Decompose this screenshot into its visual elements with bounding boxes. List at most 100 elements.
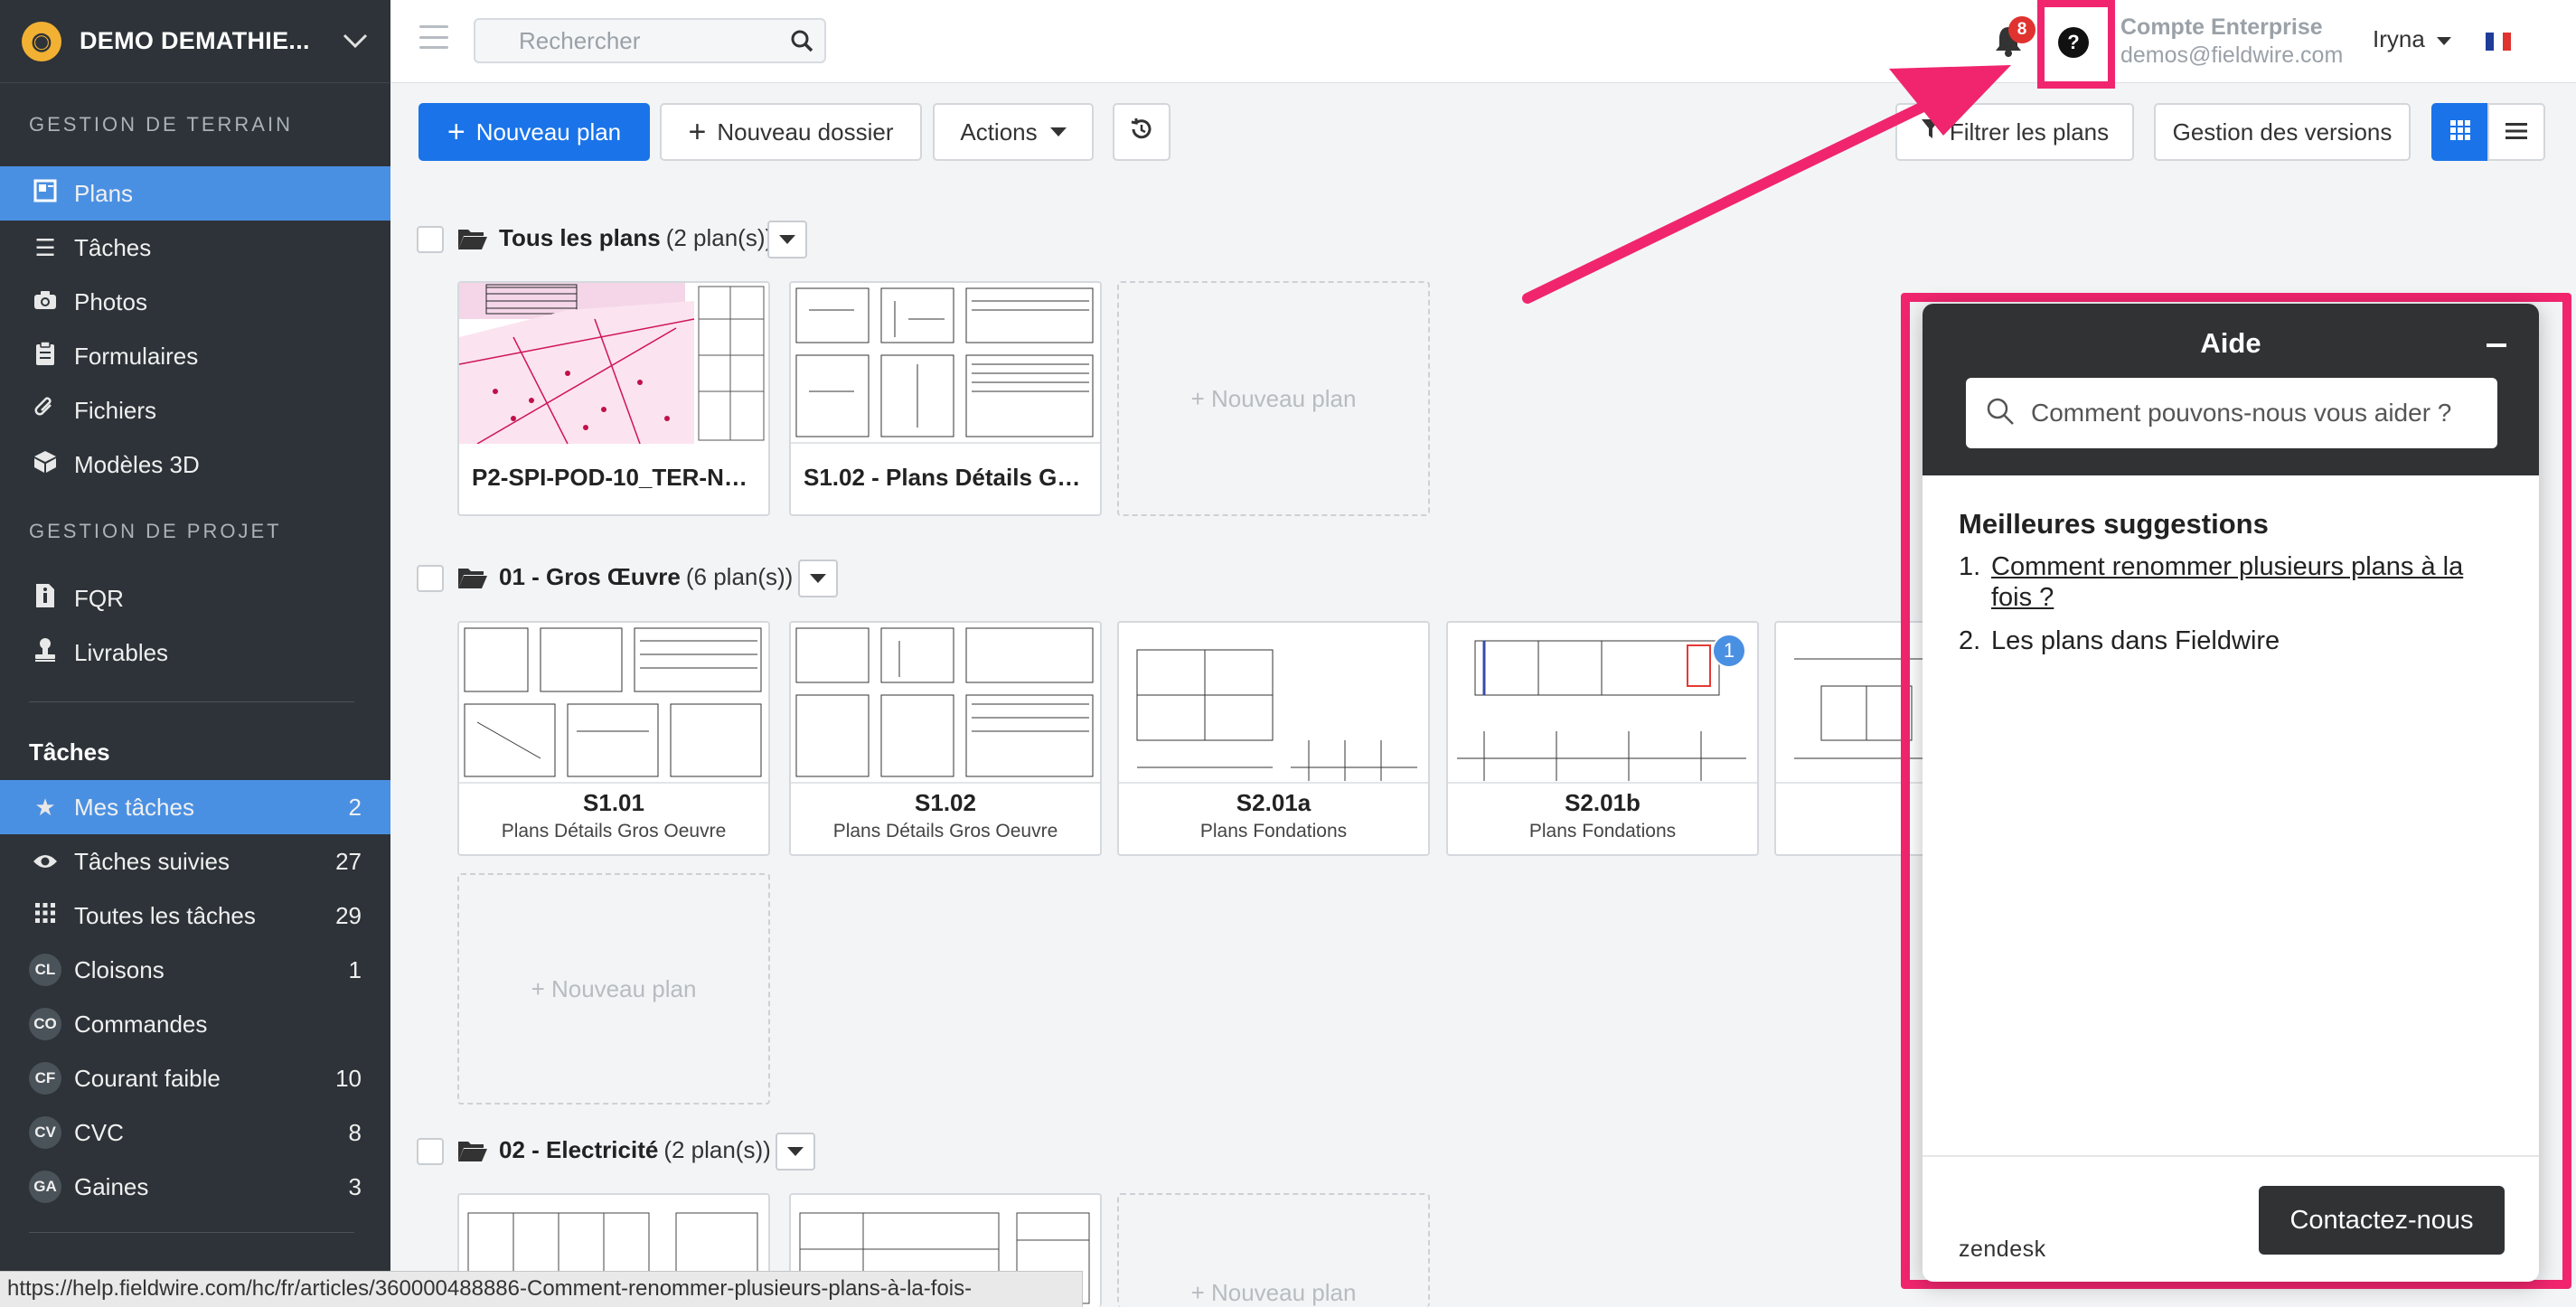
folder-options-dropdown[interactable] [798,559,838,597]
filter-plans-button[interactable]: Filtrer les plans [1895,103,2134,161]
plan-title: S1.02 [915,789,976,816]
new-plan-placeholder[interactable]: + Nouveau plan [457,873,770,1105]
folder-options-dropdown[interactable] [767,221,807,259]
project-selector[interactable]: ◉ DEMO DEMATHIE... [0,0,390,83]
eye-icon [29,848,61,876]
folder-checkbox[interactable] [417,226,444,253]
sidebar-item-photos[interactable]: Photos [0,275,390,329]
sidebar-item-livrables[interactable]: Livrables [0,625,390,680]
folder-options-dropdown[interactable] [776,1133,815,1171]
plan-card[interactable]: S1.02 - Plans Détails Gro... [789,281,1102,516]
folder-name: Tous les plans [499,224,661,251]
plan-card[interactable]: P2-SPI-POD-10_TER-N1... [457,281,770,516]
sidebar-item-modeles-3d[interactable]: Modèles 3D [0,437,390,492]
project-logo-icon: ◉ [22,21,61,61]
plan-card[interactable]: 1 S2.01b Plans Fondations [1446,621,1759,856]
help-title: Aide [2200,327,2261,359]
plus-icon: + [688,115,707,149]
actions-dropdown[interactable]: Actions [933,103,1094,161]
cube-icon [29,450,61,480]
tasks-section-title: Tâches [29,738,110,766]
sidebar-item-category[interactable]: CF Courant faible 10 [0,1051,390,1105]
sidebar-item-formulaires[interactable]: Formulaires [0,329,390,383]
contact-us-button[interactable]: Contactez-nous [2259,1186,2505,1255]
plan-thumbnail [1448,623,1757,784]
filter-icon [1921,118,1941,146]
grid-dots-icon [29,902,61,930]
task-count: 2 [348,793,362,821]
list-view-button[interactable] [2487,103,2545,161]
folder-checkbox[interactable] [417,565,444,592]
plan-title: S2.01b [1565,789,1641,816]
camera-icon [29,288,61,316]
minimize-icon[interactable] [2487,343,2506,347]
sidebar-item-category[interactable]: CO Commandes [0,997,390,1051]
version-management-button[interactable]: Gestion des versions [2154,103,2411,161]
caret-down-icon [1049,127,1067,136]
suggestion-link[interactable]: Comment renommer plusieurs plans à la fo… [1991,551,2497,613]
sidebar-item-label: Toutes les tâches [74,901,256,929]
account-info[interactable]: Compte Enterprise demos@fieldwire.com [2120,14,2343,69]
plan-card[interactable]: S2.01a Plans Fondations [1117,621,1430,856]
folder-header[interactable]: 01 - Gros Œuvre (6 plan(s)) [457,563,793,591]
sidebar-item-label: Tâches [74,233,152,261]
sidebar-item-fichiers[interactable]: Fichiers [0,383,390,437]
help-button-highlight [2037,0,2115,89]
plan-thumbnail [791,623,1100,784]
sidebar-item-toutes-les-taches[interactable]: Toutes les tâches 29 [0,889,390,943]
project-name: DEMO DEMATHIE... [80,27,310,54]
french-flag-icon[interactable] [2486,33,2511,51]
user-name: Iryna [2373,25,2425,52]
folder-checkbox[interactable] [417,1138,444,1165]
sidebar: ◉ DEMO DEMATHIE... GESTION DE TERRAIN Pl… [0,0,390,1307]
sidebar-item-category[interactable]: CV CVC 8 [0,1105,390,1160]
plan-card[interactable]: S1.01 Plans Détails Gros Oeuvre [457,621,770,856]
folder-header[interactable]: 02 - Electricité (2 plan(s)) [457,1136,771,1164]
new-plan-button[interactable]: + Nouveau plan [418,103,650,161]
caret-down-icon [779,235,795,244]
suggestion-item[interactable]: 1. Comment renommer plusieurs plans à la… [1959,551,2497,613]
account-type: Compte Enterprise [2120,14,2323,40]
sidebar-item-category[interactable]: CL Cloisons 1 [0,943,390,997]
plan-subtitle: Plans Détails Gros Oeuvre [501,821,727,842]
plan-title: S1.01 [583,789,644,816]
sidebar-item-mes-taches[interactable]: ★ Mes tâches 2 [0,780,390,834]
chevron-down-icon[interactable] [342,26,369,57]
folder-count: (2 plan(s)) [665,224,774,251]
sidebar-item-category[interactable]: GA Gaines 3 [0,1160,390,1214]
history-icon [1129,117,1154,148]
new-plan-placeholder[interactable]: + Nouveau plan [1117,281,1430,516]
search-input[interactable]: Rechercher [474,18,826,63]
category-badge: CL [29,954,61,986]
new-folder-button[interactable]: + Nouveau dossier [660,103,922,161]
folder-open-icon [457,227,488,250]
help-search-input[interactable]: Comment pouvons-nous vous aider ? [1966,378,2497,448]
folder-open-icon [457,1139,488,1162]
sidebar-item-taches[interactable]: ☰ Tâches [0,221,390,275]
user-menu[interactable]: Iryna [2373,25,2452,53]
sidebar-item-fqr[interactable]: FQR [0,571,390,625]
section-terrain: GESTION DE TERRAIN [29,113,293,136]
search-icon [1986,397,2015,430]
sidebar-item-plans[interactable]: Plans [0,166,390,221]
caret-down-icon [2437,36,2452,45]
account-email: demos@fieldwire.com [2120,42,2344,68]
search-icon[interactable] [779,29,824,52]
plan-thumbnail [791,283,1100,444]
folder-count: (6 plan(s)) [685,563,794,590]
help-search-placeholder: Comment pouvons-nous vous aider ? [2031,399,2452,427]
sidebar-item-label: Courant faible [74,1064,221,1092]
history-button[interactable] [1113,103,1170,161]
new-plan-placeholder[interactable]: + Nouveau plan [1117,1193,1430,1307]
help-widget: Aide Comment pouvons-nous vous aider ? M… [1923,304,2539,1282]
grid-view-icon [2450,118,2470,146]
grid-view-button[interactable] [2431,103,2489,161]
caret-down-icon [810,574,826,583]
folder-header[interactable]: Tous les plans (2 plan(s)) [457,224,773,252]
sidebar-item-label: Gaines [74,1172,149,1200]
sidebar-item-taches-suivies[interactable]: Tâches suivies 27 [0,834,390,889]
suggestion-item[interactable]: 2. Les plans dans Fieldwire [1959,625,2280,656]
hamburger-menu-icon[interactable] [419,25,448,49]
suggestion-link[interactable]: Les plans dans Fieldwire [1991,625,2280,656]
plan-card[interactable]: S1.02 Plans Détails Gros Oeuvre [789,621,1102,856]
